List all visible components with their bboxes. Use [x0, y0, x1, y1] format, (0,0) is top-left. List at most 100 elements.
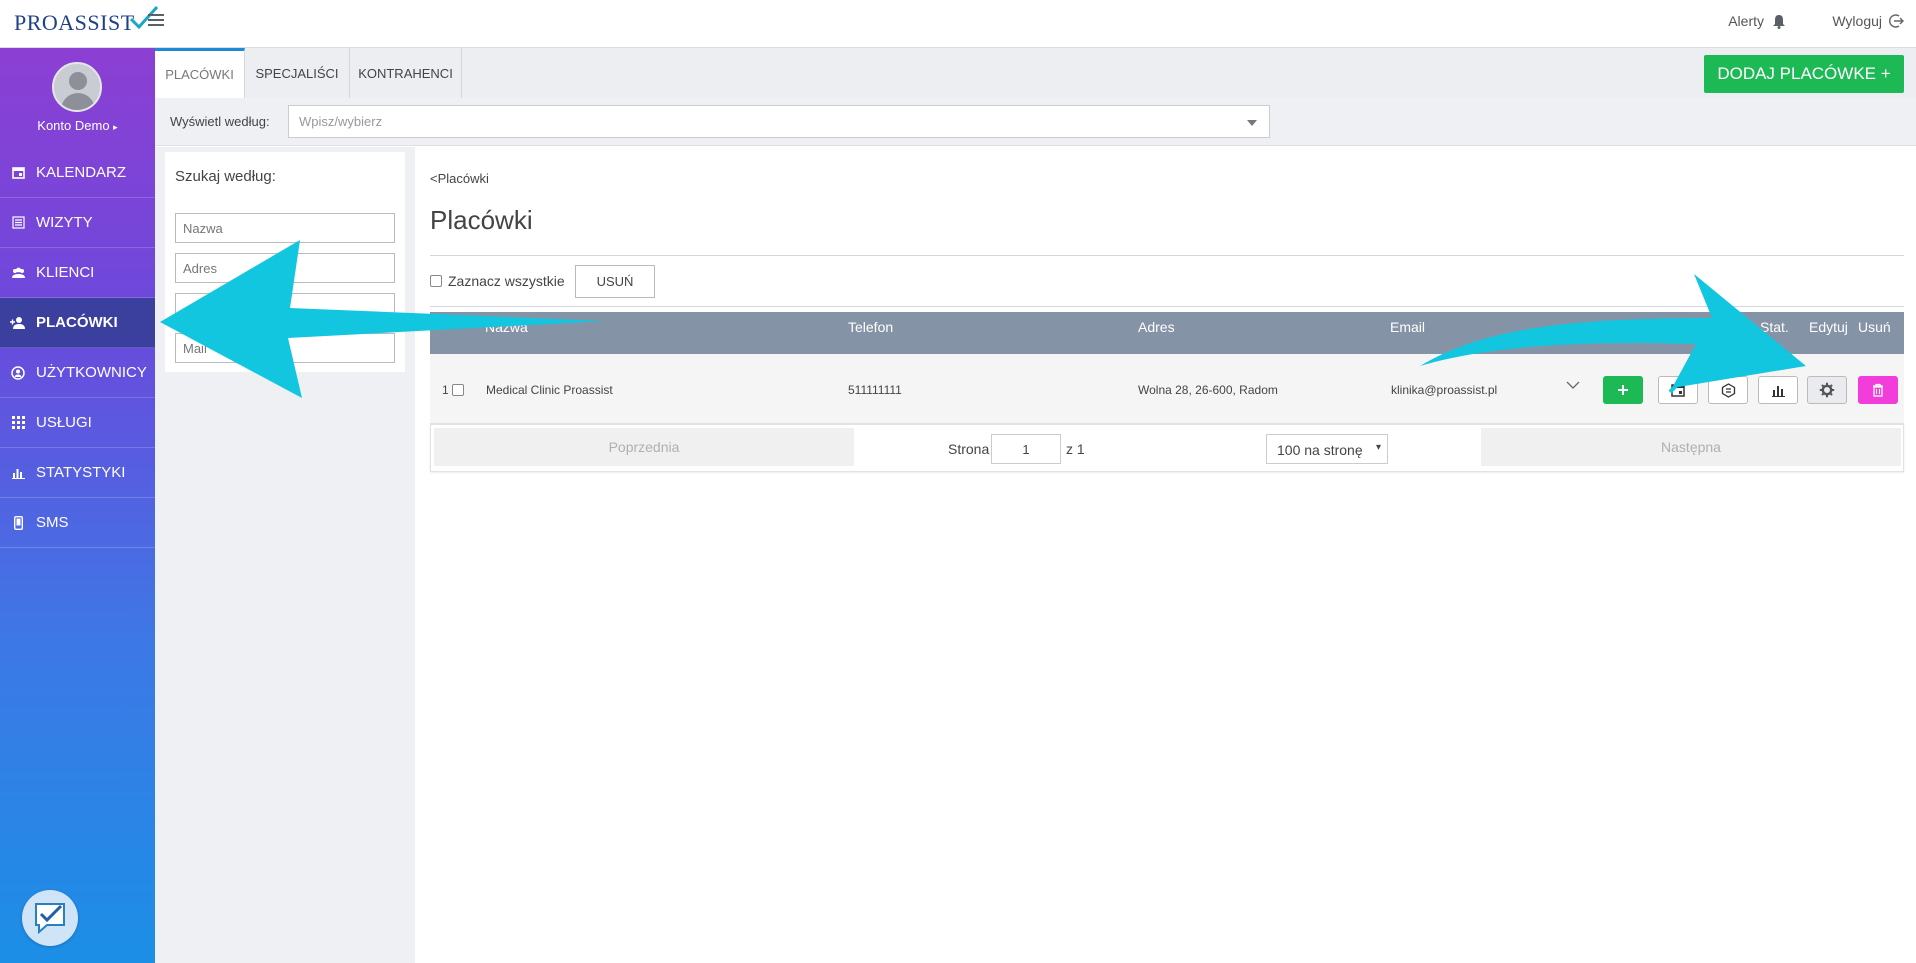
grid-icon	[10, 415, 26, 431]
page-label: Strona	[948, 441, 990, 457]
bar-chart-icon	[10, 465, 26, 481]
sidebar-item-wizyty[interactable]: WIZYTY	[0, 198, 155, 248]
next-page-button[interactable]: Następna	[1481, 428, 1901, 466]
avatar[interactable]	[52, 62, 102, 112]
search-address-input[interactable]: Adres	[175, 253, 395, 283]
sidebar-item-sms[interactable]: SMS	[0, 498, 155, 548]
users-icon	[10, 265, 26, 281]
edit-button[interactable]	[1807, 376, 1847, 404]
sidebar-item-label: WIZYTY	[36, 214, 93, 231]
search-mail-input[interactable]: Mail	[175, 333, 395, 363]
delete-selected-button[interactable]: USUŃ	[575, 265, 655, 298]
sidebar-item-klienci[interactable]: KLIENCI	[0, 248, 155, 298]
sidebar-item-label: KLIENCI	[36, 264, 95, 281]
phone-icon	[10, 515, 26, 531]
top-bar: PROASSIST Alerty Wyloguj	[0, 0, 1916, 48]
add-button[interactable]	[1603, 376, 1643, 404]
column-header-email[interactable]: Email	[1390, 319, 1425, 335]
table-row[interactable]: 1 Medical Clinic Proassist 511111111 Wol…	[430, 354, 1904, 424]
sidebar-item-kalendarz[interactable]: KALENDARZ	[0, 148, 155, 198]
logo[interactable]: PROASSIST	[14, 5, 159, 40]
add-placowka-button[interactable]: DODAJ PLACÓWKE +	[1704, 55, 1904, 93]
list-icon	[10, 215, 26, 231]
gear-icon	[1819, 382, 1835, 398]
calendar-button[interactable]	[1658, 376, 1698, 404]
sidebar: Konto Demo ▸ KALENDARZ WIZYTY KLIENCI PL…	[0, 48, 155, 963]
menu-toggle-icon[interactable]	[148, 14, 164, 28]
column-header-stat: Stat.	[1760, 319, 1789, 335]
caret-down-icon	[1247, 120, 1257, 126]
column-header-delete: Usuń	[1858, 319, 1891, 335]
per-page-value: 100 na stronę	[1277, 442, 1363, 458]
previous-page-button[interactable]: Poprzednia	[434, 428, 854, 466]
sidebar-item-statystyki[interactable]: STATYSTYKI	[0, 448, 155, 498]
logo-text: PROASSIST	[14, 10, 135, 35]
cell-email: klinika@proassist.pl	[1391, 383, 1498, 397]
user-circle-icon	[10, 365, 26, 381]
tab-label: KONTRAHENCI	[358, 65, 453, 81]
calendar-icon	[1671, 384, 1685, 397]
account-menu[interactable]: Konto Demo ▸	[0, 118, 155, 133]
filter-placeholder: Wpisz/wybierz	[299, 114, 383, 129]
per-page-select[interactable]: 100 na stronę ▾	[1266, 434, 1388, 464]
search-name-input[interactable]: Nazwa	[175, 213, 395, 243]
search-extra-input[interactable]	[175, 293, 395, 323]
cell-name: Medical Clinic Proassist	[486, 383, 613, 397]
sidebar-item-label: USŁUGI	[36, 414, 92, 431]
filter-row: Wyświetl według: Wpisz/wybierz	[155, 98, 1916, 146]
tab-placowki[interactable]: PLACÓWKI	[155, 48, 245, 98]
sidebar-item-label: SMS	[36, 514, 69, 531]
tab-kontrahenci[interactable]: KONTRAHENCI	[350, 48, 462, 98]
hexagon-icon	[1721, 382, 1735, 398]
logout-button[interactable]: Wyloguj	[1832, 13, 1904, 29]
expand-chevron-icon[interactable]	[1566, 379, 1580, 393]
page-title: Placówki	[430, 205, 533, 235]
row-index: 1	[442, 383, 449, 397]
caret-right-icon: ▸	[113, 122, 118, 132]
row-checkbox[interactable]	[452, 384, 464, 396]
divider	[430, 306, 1904, 307]
sidebar-item-label: STATYSTYKI	[36, 464, 126, 481]
tabs-bar: PLACÓWKI SPECJALIŚCI KONTRAHENCI	[155, 48, 1916, 98]
pagination: Poprzednia Strona 1 z 1 100 na stronę ▾ …	[430, 424, 1904, 472]
alerts-label: Alerty	[1728, 13, 1764, 29]
search-title: Szukaj według:	[175, 168, 276, 185]
account-name: Konto Demo	[37, 118, 110, 133]
select-all[interactable]: Zaznacz wszystkie	[430, 273, 565, 289]
table-header: Nazwa Telefon Adres Email Stat. Edytuj U…	[430, 312, 1904, 354]
tab-specjalisci[interactable]: SPECJALIŚCI	[245, 48, 350, 98]
help-chat-icon[interactable]	[22, 890, 78, 946]
sidebar-item-placowki[interactable]: PLACÓWKI	[0, 298, 155, 348]
page-total-label: z 1	[1066, 441, 1085, 457]
sidebar-item-uzytkownicy[interactable]: UŻYTKOWNICY	[0, 348, 155, 398]
caret-down-icon: ▾	[1375, 442, 1381, 453]
column-header-name[interactable]: Nazwa	[485, 319, 528, 335]
select-all-label: Zaznacz wszystkie	[448, 273, 565, 289]
bar-chart-icon	[1771, 385, 1785, 397]
cell-phone: 511111111	[848, 383, 902, 397]
tab-label: SPECJALIŚCI	[255, 65, 339, 81]
sidebar-item-label: PLACÓWKI	[36, 314, 118, 331]
column-header-phone[interactable]: Telefon	[848, 319, 893, 335]
cell-address: Wolna 28, 26-600, Radom	[1138, 383, 1278, 397]
plus-icon	[1618, 385, 1628, 395]
trash-icon	[1873, 383, 1883, 397]
filter-select[interactable]: Wpisz/wybierz	[288, 105, 1270, 138]
breadcrumb[interactable]: <Placówki	[430, 171, 489, 186]
logout-icon	[1889, 14, 1904, 28]
calendar-icon	[10, 165, 26, 181]
logout-label: Wyloguj	[1832, 13, 1882, 29]
select-all-checkbox[interactable]	[430, 275, 442, 287]
column-header-address[interactable]: Adres	[1138, 319, 1175, 335]
sidebar-item-label: UŻYTKOWNICY	[36, 364, 147, 381]
statistics-button[interactable]	[1758, 376, 1798, 404]
sidebar-item-label: KALENDARZ	[36, 164, 127, 181]
delete-row-button[interactable]	[1858, 376, 1898, 404]
alerts-button[interactable]: Alerty	[1728, 13, 1786, 29]
page-number-input[interactable]: 1	[991, 434, 1061, 464]
divider	[430, 255, 1904, 256]
search-panel: Szukaj według: Nazwa Adres Mail	[165, 152, 405, 372]
column-header-edit: Edytuj	[1809, 319, 1848, 335]
sidebar-item-uslugi[interactable]: USŁUGI	[0, 398, 155, 448]
services-button[interactable]	[1708, 376, 1748, 404]
